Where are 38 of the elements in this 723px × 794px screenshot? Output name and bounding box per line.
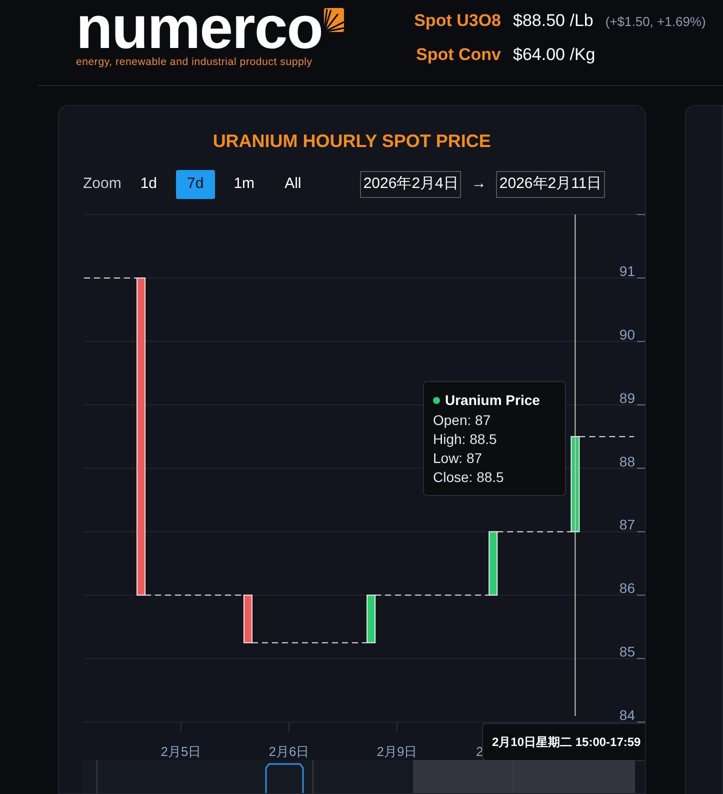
zoom-button[interactable]: 7d	[176, 170, 215, 198]
price-change: (+$1.50, +1.69%)	[605, 13, 706, 31]
y-axis-label: 89	[619, 390, 635, 406]
rising-candle	[366, 594, 376, 644]
rising-candle	[488, 531, 498, 596]
tooltip-line: High: 88.5	[433, 430, 498, 449]
zoom-button[interactable]: All	[274, 170, 312, 198]
arrow-icon: →	[471, 173, 486, 196]
y-axis-label: 90	[619, 326, 635, 342]
date-tooltip: 2月10日星期二 15:00-17:59	[482, 723, 645, 761]
date-from-field[interactable]: 2026年2月4日	[360, 171, 462, 198]
x-axis-label: 2月6日	[268, 744, 310, 759]
logo-wordmark: numerco	[76, 2, 322, 54]
falling-candle	[243, 594, 252, 644]
step-line	[578, 436, 634, 438]
tagline: energy, renewable and industrial product supply	[76, 55, 314, 70]
tooltip-line: Open: 87	[433, 411, 492, 430]
zoom-button[interactable]: 1m	[222, 170, 266, 198]
zoom-label: Zoom	[83, 174, 122, 194]
y-axis-label: 88	[619, 453, 635, 470]
tooltip-line: Close: 88.5	[433, 468, 505, 487]
price-label: Spot U3O8	[413, 10, 501, 32]
date-to-field[interactable]: 2026年2月11日	[496, 171, 605, 198]
y-axis-label: 86	[619, 580, 635, 596]
y-axis-label: 84	[619, 707, 635, 723]
tooltip-title: Uranium Price	[445, 391, 540, 410]
y-axis-label: 91	[619, 263, 635, 279]
y-axis-label: 85	[619, 644, 635, 660]
x-axis-label: 2月5日	[160, 744, 202, 759]
sunburst-logo-icon	[324, 8, 344, 32]
zoom-button[interactable]: 1d	[129, 170, 168, 198]
chart-title: URANIUM HOURLY SPOT PRICE	[212, 130, 491, 153]
x-axis-label: 2月9日	[376, 744, 418, 759]
price-value: $64.00 /Kg	[513, 44, 596, 66]
tooltip-line: Low: 87	[433, 449, 484, 468]
price-value: $88.50 /Lb	[513, 10, 594, 32]
y-axis-label: 87	[619, 516, 635, 533]
price-label: Spot Conv	[415, 44, 501, 66]
